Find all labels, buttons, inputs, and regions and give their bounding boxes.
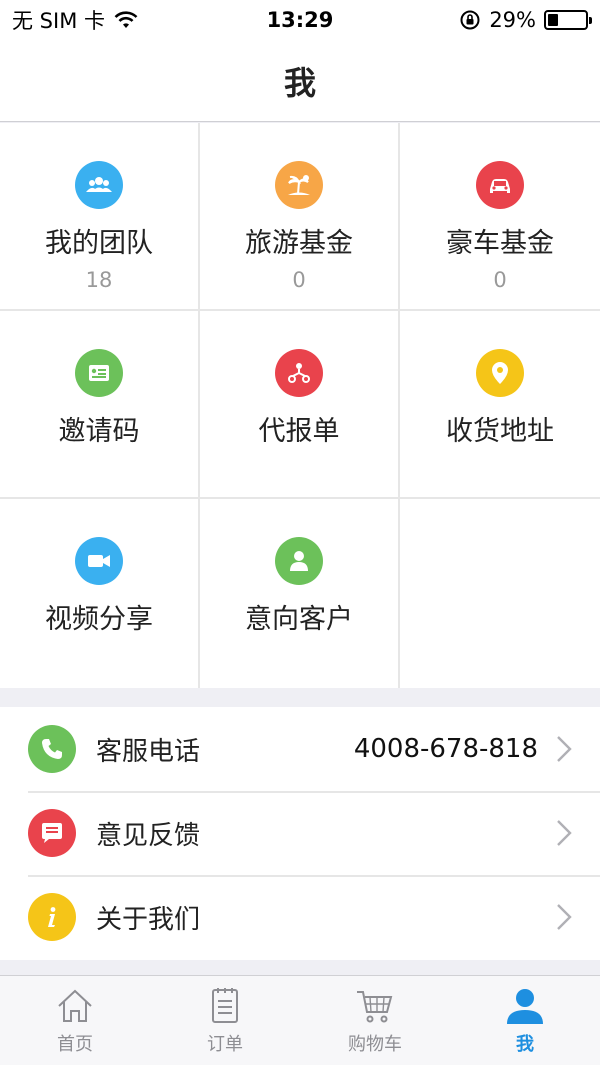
tab-label: 订单 — [207, 1034, 243, 1055]
chevron-right-icon — [557, 904, 572, 930]
list-item-feedback[interactable]: 意见反馈 — [0, 791, 600, 875]
grid-item-label: 代报单 — [258, 416, 340, 447]
grid-item-count: 0 — [292, 268, 306, 292]
grid-item-label: 收货地址 — [446, 416, 554, 447]
grid-item-label: 豪车基金 — [446, 228, 554, 259]
order-list-icon — [212, 988, 238, 1023]
grid-item-proxy-order[interactable]: 代报单 — [200, 311, 400, 499]
grid-item-label: 意向客户 — [245, 604, 353, 635]
list-item-label: 客服电话 — [96, 736, 201, 767]
customer-service-phone: 4008-678-818 — [353, 734, 538, 764]
grid-item-count: 0 — [493, 268, 507, 292]
grid-item-count: 18 — [85, 268, 113, 292]
tab-orders[interactable]: 订单 — [150, 976, 300, 1065]
grid-item-empty — [400, 499, 600, 688]
home-icon — [58, 989, 92, 1022]
page-title: 我 — [283, 63, 316, 102]
grid-item-invite-code[interactable]: 邀请码 — [0, 311, 200, 499]
tab-profile[interactable]: 我 — [450, 976, 600, 1065]
palm-beach-icon — [275, 161, 323, 209]
grid-item-shipping-address[interactable]: 收货地址 — [400, 311, 600, 499]
settings-list: 客服电话 4008-678-818 意见反馈 关于我们 — [0, 707, 600, 960]
status-left: 无 SIM 卡 — [12, 5, 139, 35]
invite-card-icon — [75, 349, 123, 397]
status-right: 29% — [459, 8, 592, 32]
user-icon — [275, 537, 323, 585]
grid-item-prospects[interactable]: 意向客户 — [200, 499, 400, 688]
status-bar: 无 SIM 卡 13:29 29% — [0, 0, 600, 40]
phone-icon — [28, 725, 76, 773]
grid-item-label: 邀请码 — [58, 416, 140, 447]
battery-fill — [548, 14, 559, 26]
battery-icon — [544, 10, 592, 30]
battery-percent: 29% — [489, 8, 536, 32]
grid-item-label: 我的团队 — [45, 228, 153, 259]
carrier-label: 无 SIM 卡 — [12, 9, 105, 33]
share-node-icon — [275, 349, 323, 397]
video-camera-icon — [75, 537, 123, 585]
grid-item-team[interactable]: 我的团队 18 — [0, 123, 200, 311]
tab-label: 购物车 — [348, 1034, 402, 1055]
wifi-icon — [114, 11, 138, 28]
nav-header: 我 — [0, 40, 600, 122]
tab-cart[interactable]: 购物车 — [300, 976, 450, 1065]
grid-item-travel-fund[interactable]: 旅游基金 0 — [200, 123, 400, 311]
grid-item-car-fund[interactable]: 豪车基金 0 — [400, 123, 600, 311]
list-item-label: 意见反馈 — [96, 820, 201, 851]
list-item-label: 关于我们 — [96, 904, 201, 935]
orientation-lock-icon — [460, 10, 480, 30]
location-pin-icon — [476, 349, 524, 397]
car-icon — [476, 161, 524, 209]
grid-item-video-share[interactable]: 视频分享 — [0, 499, 200, 688]
list-item-customer-service[interactable]: 客服电话 4008-678-818 — [0, 707, 600, 791]
list-item-about-us[interactable]: 关于我们 — [0, 875, 600, 959]
chevron-right-icon — [557, 736, 572, 762]
feature-grid: 我的团队 18 旅游基金 0 豪车基金 0 邀请码 代报单 收货地址 视频分享 … — [0, 123, 600, 688]
tab-label: 首页 — [57, 1034, 93, 1055]
grid-item-label: 旅游基金 — [245, 228, 353, 259]
tab-home[interactable]: 首页 — [0, 976, 150, 1065]
profile-icon — [507, 989, 543, 1024]
info-icon — [28, 893, 76, 941]
tab-bar: 首页 订单 购物车 我 — [0, 975, 600, 1065]
cart-icon — [357, 991, 393, 1023]
grid-item-label: 视频分享 — [45, 604, 153, 635]
message-icon — [28, 809, 76, 857]
chevron-right-icon — [557, 820, 572, 846]
team-icon — [75, 161, 123, 209]
tab-label: 我 — [516, 1034, 534, 1055]
